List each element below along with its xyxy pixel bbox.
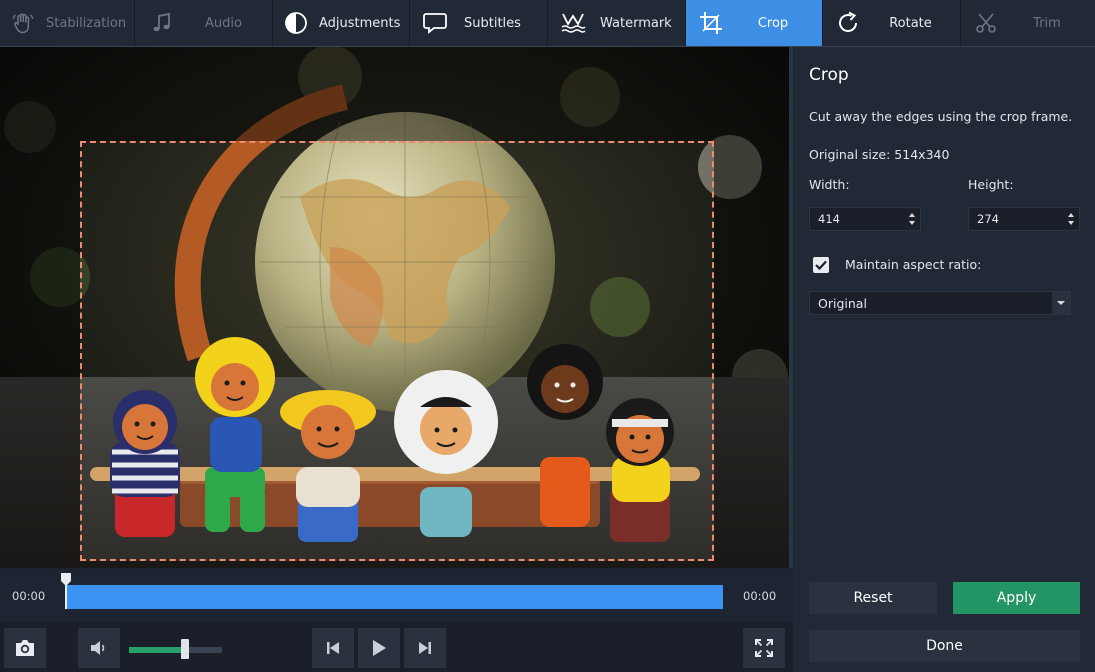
- contrast-icon: [283, 10, 309, 36]
- width-stepper-arrows[interactable]: [906, 210, 918, 228]
- panel-title: Crop: [809, 65, 849, 85]
- volume-knob[interactable]: [180, 639, 189, 659]
- scissors-icon: [973, 10, 999, 36]
- skip-back-icon: [327, 642, 339, 654]
- current-time: 00:00: [12, 589, 46, 603]
- tool-tabs: Stabilization Audio Adjustments Subtitle…: [0, 0, 1095, 47]
- crop-panel: Crop Cut away the edges using the crop f…: [793, 47, 1095, 672]
- tab-audio-label: Audio: [205, 15, 242, 31]
- snapshot-button[interactable]: [4, 628, 46, 668]
- tab-rotate[interactable]: Rotate: [823, 0, 961, 46]
- tab-adjustments-label: Adjustments: [319, 15, 401, 31]
- width-input[interactable]: [810, 211, 900, 227]
- playhead-marker-icon: [61, 573, 71, 609]
- tab-watermark-label: Watermark: [600, 15, 672, 31]
- speech-bubble-icon: [422, 10, 448, 36]
- done-button[interactable]: Done: [809, 630, 1080, 662]
- tab-stabilization-label: Stabilization: [46, 15, 127, 31]
- previous-frame-button[interactable]: [312, 628, 354, 668]
- playhead[interactable]: [61, 573, 71, 609]
- original-size: Original size: 514x340: [809, 147, 950, 162]
- timeline-track[interactable]: [66, 585, 723, 609]
- tab-subtitles-label: Subtitles: [464, 15, 521, 31]
- aspect-ratio-value: Original: [818, 295, 867, 311]
- maintain-aspect-checkbox[interactable]: [813, 257, 829, 273]
- tab-subtitles[interactable]: Subtitles: [410, 0, 548, 46]
- tab-rotate-label: Rotate: [889, 15, 932, 31]
- crop-icon: [698, 10, 724, 36]
- play-icon: [373, 640, 386, 656]
- mute-button[interactable]: [78, 628, 120, 668]
- height-stepper-arrows[interactable]: [1065, 210, 1077, 228]
- height-stepper[interactable]: [968, 207, 1080, 231]
- volume-fill: [129, 647, 185, 653]
- skip-forward-icon: [419, 642, 431, 654]
- crop-mask-right: [714, 141, 789, 561]
- fullscreen-icon: [755, 639, 773, 657]
- timeline: 00:00 00:00: [0, 569, 793, 623]
- height-input[interactable]: [969, 211, 1059, 227]
- total-time: 00:00: [743, 589, 777, 603]
- stepper-arrows-icon: [1068, 213, 1074, 225]
- hand-icon: [10, 10, 36, 36]
- fullscreen-button[interactable]: [743, 628, 785, 668]
- camera-icon: [16, 640, 34, 656]
- aspect-ratio-select[interactable]: Original: [809, 291, 1071, 315]
- apply-button[interactable]: Apply: [953, 582, 1080, 614]
- width-label: Width:: [809, 177, 850, 192]
- video-preview: [0, 47, 789, 568]
- width-stepper[interactable]: [809, 207, 921, 231]
- music-note-icon: [149, 10, 175, 36]
- play-button[interactable]: [358, 628, 400, 668]
- tab-audio[interactable]: Audio: [135, 0, 273, 46]
- rotate-icon: [835, 10, 861, 36]
- next-frame-button[interactable]: [404, 628, 446, 668]
- crop-mask-left: [0, 141, 80, 561]
- crop-mask-top: [0, 47, 789, 141]
- tab-adjustments[interactable]: Adjustments: [273, 0, 410, 46]
- panel-description: Cut away the edges using the crop frame.: [809, 109, 1073, 124]
- crop-mask-bottom: [0, 561, 789, 568]
- height-label: Height:: [968, 177, 1014, 192]
- volume-slider[interactable]: [129, 647, 222, 653]
- tab-trim-label: Trim: [1033, 15, 1061, 31]
- tab-crop-label: Crop: [757, 15, 789, 31]
- checkmark-icon: [815, 260, 827, 271]
- tab-crop[interactable]: Crop: [686, 0, 823, 46]
- crop-frame[interactable]: [80, 141, 714, 561]
- speaker-icon: [91, 641, 105, 655]
- stepper-arrows-icon: [909, 213, 915, 225]
- reset-button[interactable]: Reset: [809, 582, 937, 614]
- watermark-icon: [560, 10, 586, 36]
- playback-controls: [0, 623, 793, 672]
- tab-watermark[interactable]: Watermark: [548, 0, 686, 46]
- chevron-down-icon[interactable]: [1052, 292, 1070, 314]
- maintain-aspect-label: Maintain aspect ratio:: [845, 257, 982, 272]
- tab-stabilization[interactable]: Stabilization: [0, 0, 135, 46]
- tab-trim[interactable]: Trim: [961, 0, 1095, 46]
